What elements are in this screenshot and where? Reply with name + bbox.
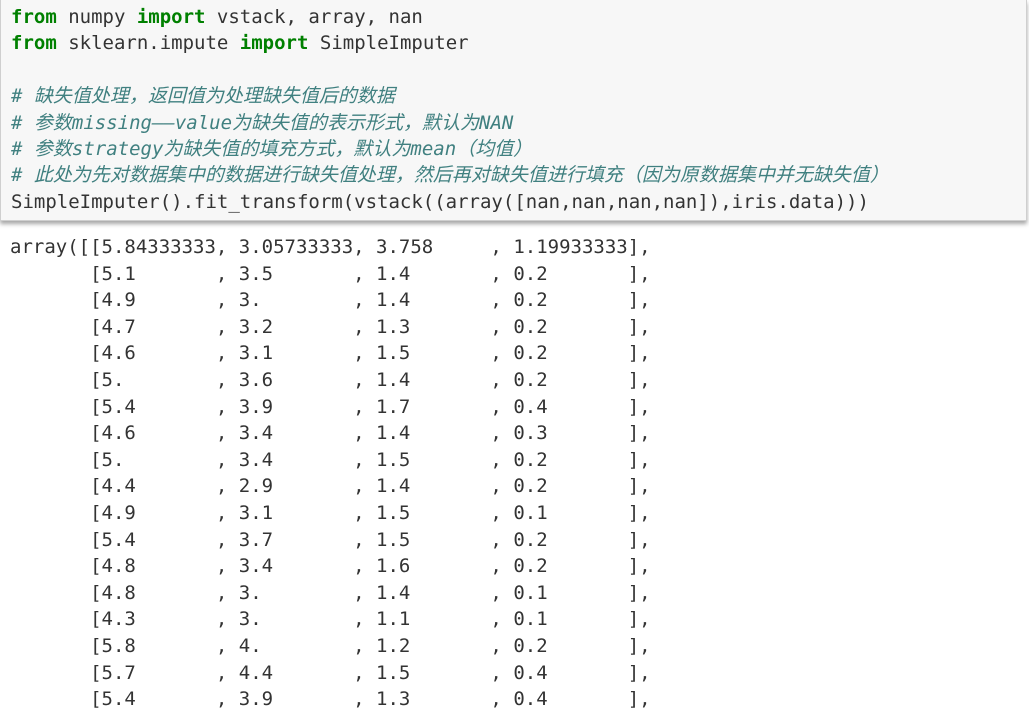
output-area: array([[5.84333333, 3.05733333, 3.758 , … — [10, 234, 651, 710]
code-comment: # 此处为先对数据集中的数据进行缺失值处理，然后再对缺失值进行填充（因为原数据集… — [11, 164, 889, 187]
output-line: [4.4 , 2.9 , 1.4 , 0.2 ], — [10, 475, 651, 498]
code-input-cell[interactable]: from numpy import vstack, array, nan fro… — [0, 0, 1027, 221]
keyword-from: from — [11, 6, 57, 28]
output-line: [5. , 3.4 , 1.5 , 0.2 ], — [10, 448, 651, 471]
imported-names: vstack, array, nan — [205, 6, 423, 28]
output-line: [4.3 , 3. , 1.1 , 0.1 ], — [10, 608, 651, 631]
output-line: [5.4 , 3.9 , 1.7 , 0.4 ], — [10, 395, 651, 418]
output-line: [5.7 , 4.4 , 1.5 , 0.4 ], — [10, 661, 651, 684]
output-line: [4.8 , 3.4 , 1.6 , 0.2 ], — [10, 555, 651, 578]
code-line-import-sklearn: from sklearn.impute import SimpleImputer — [11, 30, 889, 56]
output-line: [4.9 , 3.1 , 1.5 , 0.1 ], — [10, 501, 651, 524]
module-name: sklearn.impute — [56, 32, 240, 55]
notebook: from numpy import vstack, array, nan fro… — [0, 0, 1029, 710]
output-line: [5.8 , 4. , 1.2 , 0.2 ], — [10, 634, 651, 657]
output-line: [5.1 , 3.5 , 1.4 , 0.2 ], — [10, 262, 651, 285]
keyword-import: import — [136, 6, 206, 28]
module-name: numpy — [56, 6, 137, 28]
code-line-blank — [11, 57, 889, 83]
output-line: [5. , 3.6 , 1.4 , 0.2 ], — [10, 368, 651, 391]
code-comment: # 参数strategy为缺失值的填充方式，默认为mean（均值） — [11, 137, 533, 160]
code-editor[interactable]: from numpy import vstack, array, nan fro… — [11, 4, 889, 215]
output-line: [4.8 , 3. , 1.4 , 0.1 ], — [10, 581, 651, 604]
keyword-from: from — [11, 32, 57, 55]
code-line-call: SimpleImputer().fit_transform(vstack((ar… — [11, 190, 869, 213]
output-line: [4.6 , 3.4 , 1.4 , 0.3 ], — [10, 422, 651, 445]
output-line: [5.4 , 3.7 , 1.5 , 0.2 ], — [10, 528, 651, 551]
output-line: [5.4 , 3.9 , 1.3 , 0.4 ], — [10, 688, 651, 710]
code-line-import-numpy: from numpy import vstack, array, nan — [11, 4, 889, 30]
output-line: [4.6 , 3.1 , 1.5 , 0.2 ], — [10, 342, 651, 365]
imported-names: SimpleImputer — [308, 32, 469, 55]
output-line: array([[5.84333333, 3.05733333, 3.758 , … — [10, 236, 651, 258]
keyword-import: import — [239, 32, 309, 55]
output-line: [4.9 , 3. , 1.4 , 0.2 ], — [10, 289, 651, 312]
output-line: [4.7 , 3.2 , 1.3 , 0.2 ], — [10, 315, 651, 338]
code-comment: # 缺失值处理，返回值为处理缺失值后的数据 — [11, 85, 395, 108]
code-comment: # 参数missing——value为缺失值的表示形式，默认为NAN — [11, 111, 514, 134]
